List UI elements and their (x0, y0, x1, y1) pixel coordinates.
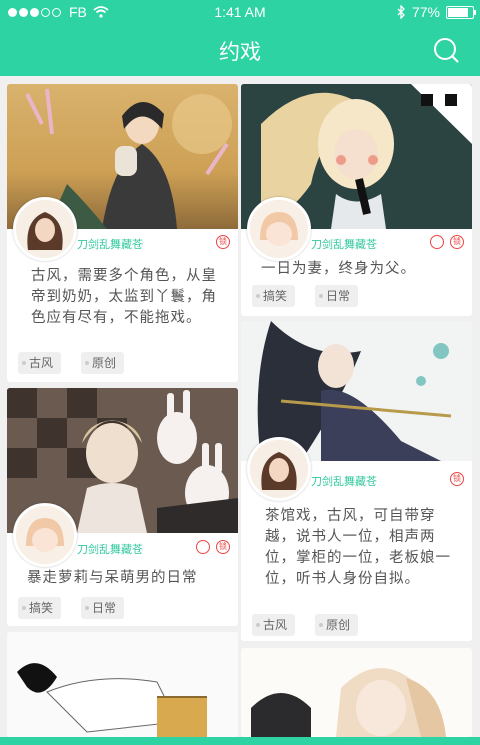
play-card[interactable]: 刀剑乱舞藏苍 锁 暴走萝莉与呆萌男的日常 搞笑 日常 (7, 388, 238, 626)
author-name[interactable]: 刀剑乱舞藏苍 (77, 236, 143, 252)
bluetooth-icon (397, 5, 405, 19)
tag[interactable]: 原创 (315, 614, 359, 636)
play-card[interactable]: 刀剑乱舞藏苍 锁 一日为妻，终身为父。 搞笑 日常 (241, 84, 472, 316)
card-cover-image (241, 648, 472, 737)
voice-icon[interactable] (430, 235, 444, 249)
author-name[interactable]: 刀剑乱舞藏苍 (311, 236, 377, 252)
nav-bar: 约戏 (0, 24, 480, 76)
page-title: 约戏 (219, 40, 261, 64)
lock-icon: 锁 (450, 472, 464, 486)
author-avatar[interactable] (247, 437, 311, 501)
battery-percent: 77% (411, 4, 440, 20)
tag[interactable]: 搞笑 (252, 285, 296, 307)
card-description: 暴走萝莉与呆萌男的日常 (27, 570, 198, 586)
tag[interactable]: 日常 (81, 597, 125, 619)
author-avatar[interactable] (13, 503, 77, 567)
play-card[interactable] (7, 632, 238, 737)
status-bar: FB 1:41 AM 77% (0, 0, 480, 24)
author-avatar[interactable] (13, 197, 77, 261)
bottom-accent-bar (0, 737, 480, 745)
voice-icon[interactable] (196, 540, 210, 554)
author-name[interactable]: 刀剑乱舞藏苍 (77, 541, 143, 557)
play-card[interactable]: 刀剑乱舞藏苍 锁 古风，需要多个角色，从皇帝到奶奶，太监到丫鬟，角色应有尽有，不… (7, 84, 238, 382)
author-name[interactable]: 刀剑乱舞藏苍 (311, 473, 377, 489)
search-icon[interactable] (432, 36, 460, 64)
tag[interactable]: 古风 (18, 352, 62, 374)
lock-icon: 锁 (216, 235, 230, 249)
tag[interactable]: 搞笑 (18, 597, 62, 619)
card-cover-image (7, 632, 238, 737)
card-description: 茶馆戏，古风，可自带穿越，说书人一位，相声两位，掌柜的一位，老板娘一位，听书人身… (265, 508, 451, 587)
battery-icon (446, 5, 476, 19)
card-description: 一日为妻，终身为父。 (261, 261, 416, 277)
author-avatar[interactable] (247, 197, 311, 261)
play-card[interactable]: 刀剑乱舞藏苍 锁 茶馆戏，古风，可自带穿越，说书人一位，相声两位，掌柜的一位，老… (241, 321, 472, 641)
lock-icon: 锁 (450, 235, 464, 249)
tag[interactable]: 原创 (81, 352, 125, 374)
lock-icon: 锁 (216, 540, 230, 554)
tag[interactable]: 古风 (252, 614, 296, 636)
tag[interactable]: 日常 (315, 285, 359, 307)
play-card[interactable] (241, 648, 472, 737)
card-description: 古风，需要多个角色，从皇帝到奶奶，太监到丫鬟，角色应有尽有，不能拖戏。 (31, 268, 217, 326)
